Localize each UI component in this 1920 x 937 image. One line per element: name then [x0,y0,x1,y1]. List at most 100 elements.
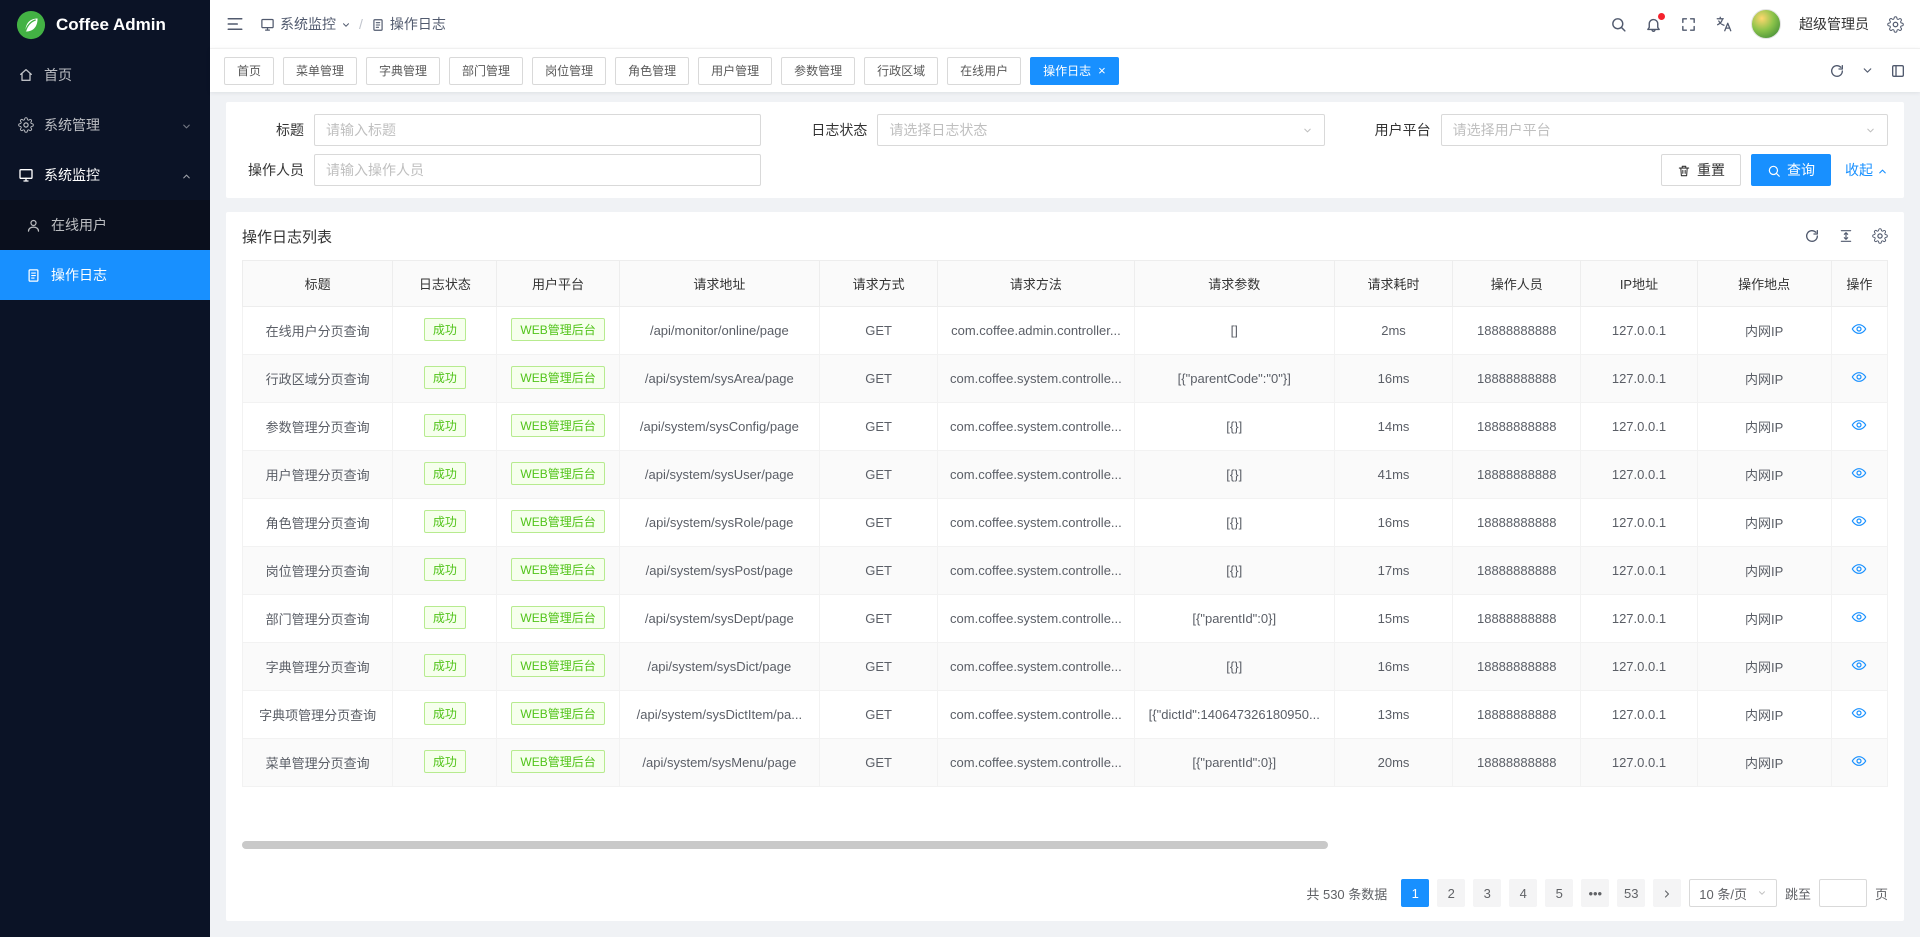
tab[interactable]: 字典管理 [366,57,440,85]
monitor-icon [18,167,34,183]
title-filter-input[interactable] [314,114,761,146]
cell-status: 成功 [393,355,497,403]
search-icon[interactable] [1610,16,1627,33]
page-button[interactable]: 53 [1617,879,1645,907]
refresh-page-icon[interactable] [1829,63,1845,79]
user-avatar[interactable] [1751,9,1781,39]
query-button[interactable]: 查询 [1751,154,1831,186]
username[interactable]: 超级管理员 [1799,14,1869,34]
fullscreen-icon[interactable] [1680,16,1697,33]
operator-filter-input[interactable] [314,154,761,186]
cell-location: 内网IP [1697,499,1831,547]
cell-title: 菜单管理分页查询 [243,739,393,787]
cell-handler: com.coffee.system.controlle... [938,451,1134,499]
sidebar-item-system-monitor[interactable]: 系统监控 [0,150,210,200]
jump-page-input[interactable] [1819,879,1867,907]
cell-url: /api/system/sysArea/page [619,355,819,403]
view-detail-eye-icon[interactable] [1851,417,1867,433]
cell-ip: 127.0.0.1 [1581,451,1697,499]
view-detail-eye-icon[interactable] [1851,561,1867,577]
cell-params: [{"parentId":0}] [1134,595,1334,643]
content-fullscreen-icon[interactable] [1890,63,1906,79]
cell-operator: 18888888888 [1453,499,1581,547]
cell-handler: com.coffee.system.controlle... [938,499,1134,547]
breadcrumb-system-monitor[interactable]: 系统监控 [260,14,351,34]
tab[interactable]: 操作日志× [1030,57,1119,85]
cell-method: GET [820,307,938,355]
table-header-row: 标题日志状态用户平台请求地址请求方式请求方法请求参数请求耗时操作人员IP地址操作… [243,261,1888,307]
chevron-down-icon [1865,125,1876,136]
collapse-link-label: 收起 [1845,160,1873,180]
cell-url: /api/monitor/online/page [619,307,819,355]
horizontal-scrollbar[interactable] [242,841,1328,849]
page-button[interactable]: 5 [1545,879,1573,907]
sidebar-item-home[interactable]: 首页 [0,50,210,100]
table-refresh-icon[interactable] [1804,228,1820,244]
status-tag: 成功 [424,750,466,773]
sidebar-item-operation-log[interactable]: 操作日志 [0,250,210,300]
view-detail-eye-icon[interactable] [1851,465,1867,481]
tab[interactable]: 参数管理 [781,57,855,85]
page-button[interactable]: 4 [1509,879,1537,907]
page-button[interactable]: 2 [1437,879,1465,907]
view-detail-eye-icon[interactable] [1851,321,1867,337]
cell-actions [1831,307,1887,355]
tab[interactable]: 部门管理 [449,57,523,85]
view-detail-eye-icon[interactable] [1851,513,1867,529]
sidebar-item-label: 系统管理 [44,115,171,135]
view-detail-eye-icon[interactable] [1851,753,1867,769]
cell-location: 内网IP [1697,547,1831,595]
sidebar-item-system-management[interactable]: 系统管理 [0,100,210,150]
next-page-button[interactable] [1653,879,1681,907]
tab[interactable]: 角色管理 [615,57,689,85]
settings-gear-icon[interactable] [1887,16,1904,33]
reset-button[interactable]: 重置 [1661,154,1741,186]
cell-duration: 13ms [1334,691,1452,739]
page-button[interactable]: 1 [1401,879,1429,907]
tab[interactable]: 岗位管理 [532,57,606,85]
sidebar-item-online-users[interactable]: 在线用户 [0,200,210,250]
cell-duration: 15ms [1334,595,1452,643]
cell-params: [{}] [1134,403,1334,451]
view-detail-eye-icon[interactable] [1851,369,1867,385]
log-status-select[interactable]: 请选择日志状态 [877,114,1324,146]
cell-platform: WEB管理后台 [497,643,619,691]
cell-status: 成功 [393,403,497,451]
page-size-select[interactable]: 10 条/页 [1689,879,1777,907]
column-settings-gear-icon[interactable] [1872,228,1888,244]
tab-label: 在线用户 [960,62,1008,79]
title-filter-label: 标题 [242,120,304,140]
cell-ip: 127.0.0.1 [1581,355,1697,403]
collapse-sidebar-icon[interactable] [226,15,244,33]
cell-actions [1831,595,1887,643]
cell-params: [{"parentId":0}] [1134,739,1334,787]
filter-panel: 标题 日志状态 请选择日志状态 用户平台 [226,102,1904,198]
user-platform-select[interactable]: 请选择用户平台 [1441,114,1888,146]
cell-ip: 127.0.0.1 [1581,691,1697,739]
view-detail-eye-icon[interactable] [1851,609,1867,625]
tab[interactable]: 首页 [224,57,274,85]
tab[interactable]: 用户管理 [698,57,772,85]
tab[interactable]: 行政区域 [864,57,938,85]
cell-platform: WEB管理后台 [497,547,619,595]
reset-button-label: 重置 [1697,160,1725,180]
view-detail-eye-icon[interactable] [1851,705,1867,721]
row-density-icon[interactable] [1838,228,1854,244]
page-ellipsis[interactable]: ••• [1581,879,1609,907]
cell-params: [{}] [1134,643,1334,691]
tab-close-icon[interactable]: × [1098,64,1106,77]
chevron-down-icon [1757,888,1767,898]
breadcrumb-operation-log[interactable]: 操作日志 [371,14,446,34]
translate-icon[interactable] [1715,15,1733,33]
collapse-filters-link[interactable]: 收起 [1845,160,1888,180]
cell-method: GET [820,547,938,595]
user-platform-filter-label: 用户平台 [1369,120,1431,140]
notification-bell-icon[interactable] [1645,16,1662,33]
tab[interactable]: 菜单管理 [283,57,357,85]
cell-url: /api/system/sysUser/page [619,451,819,499]
page-button[interactable]: 3 [1473,879,1501,907]
tab-controls [1817,63,1906,79]
tab[interactable]: 在线用户 [947,57,1021,85]
tab-actions-chevron-down-icon[interactable] [1861,64,1874,77]
view-detail-eye-icon[interactable] [1851,657,1867,673]
